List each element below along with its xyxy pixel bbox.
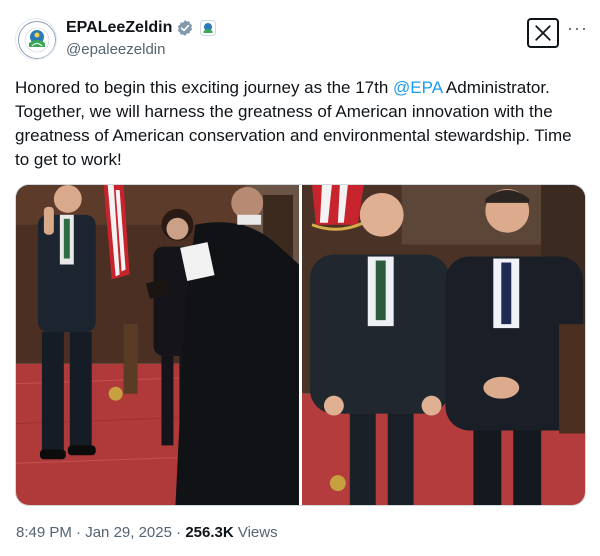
two-men-posing-photo-art xyxy=(302,185,585,505)
verified-badge-icon xyxy=(178,20,193,36)
display-name[interactable]: EPALeeZeldin xyxy=(66,19,172,37)
tweet-meta: 8:49 PM · Jan 29, 2025 · 256.3K Views xyxy=(16,524,278,541)
tweet-text: Honored to begin this exciting journey a… xyxy=(15,76,590,172)
media-grid xyxy=(15,184,586,506)
swearing-in-photo-art xyxy=(16,185,299,505)
tweet-card: EPALeeZeldin @epaleezeldin ··· Honored t… xyxy=(0,0,600,556)
tweet-time[interactable]: 8:49 PM xyxy=(16,524,72,541)
avatar[interactable] xyxy=(15,18,57,60)
author-name-row: EPALeeZeldin xyxy=(66,19,217,37)
author-handle[interactable]: @epaleezeldin xyxy=(66,41,165,58)
tweet-text-part: Honored to begin this exciting journey a… xyxy=(15,78,394,97)
two-men-posing-photo[interactable] xyxy=(302,185,585,505)
views-label: Views xyxy=(233,524,278,541)
x-brand-mark xyxy=(535,25,551,41)
meta-separator: · xyxy=(71,524,86,541)
meta-separator: · xyxy=(171,524,186,541)
epa-affiliation-badge-icon[interactable] xyxy=(200,20,217,36)
mention-link[interactable]: @EPA xyxy=(393,78,442,97)
x-logo-icon[interactable] xyxy=(527,18,559,48)
tweet-date[interactable]: Jan 29, 2025 xyxy=(85,524,172,541)
more-options-icon[interactable]: ··· xyxy=(567,19,588,37)
swearing-in-photo[interactable] xyxy=(16,185,299,505)
views-count[interactable]: 256.3K xyxy=(185,524,233,541)
epa-seal-icon xyxy=(17,20,56,59)
